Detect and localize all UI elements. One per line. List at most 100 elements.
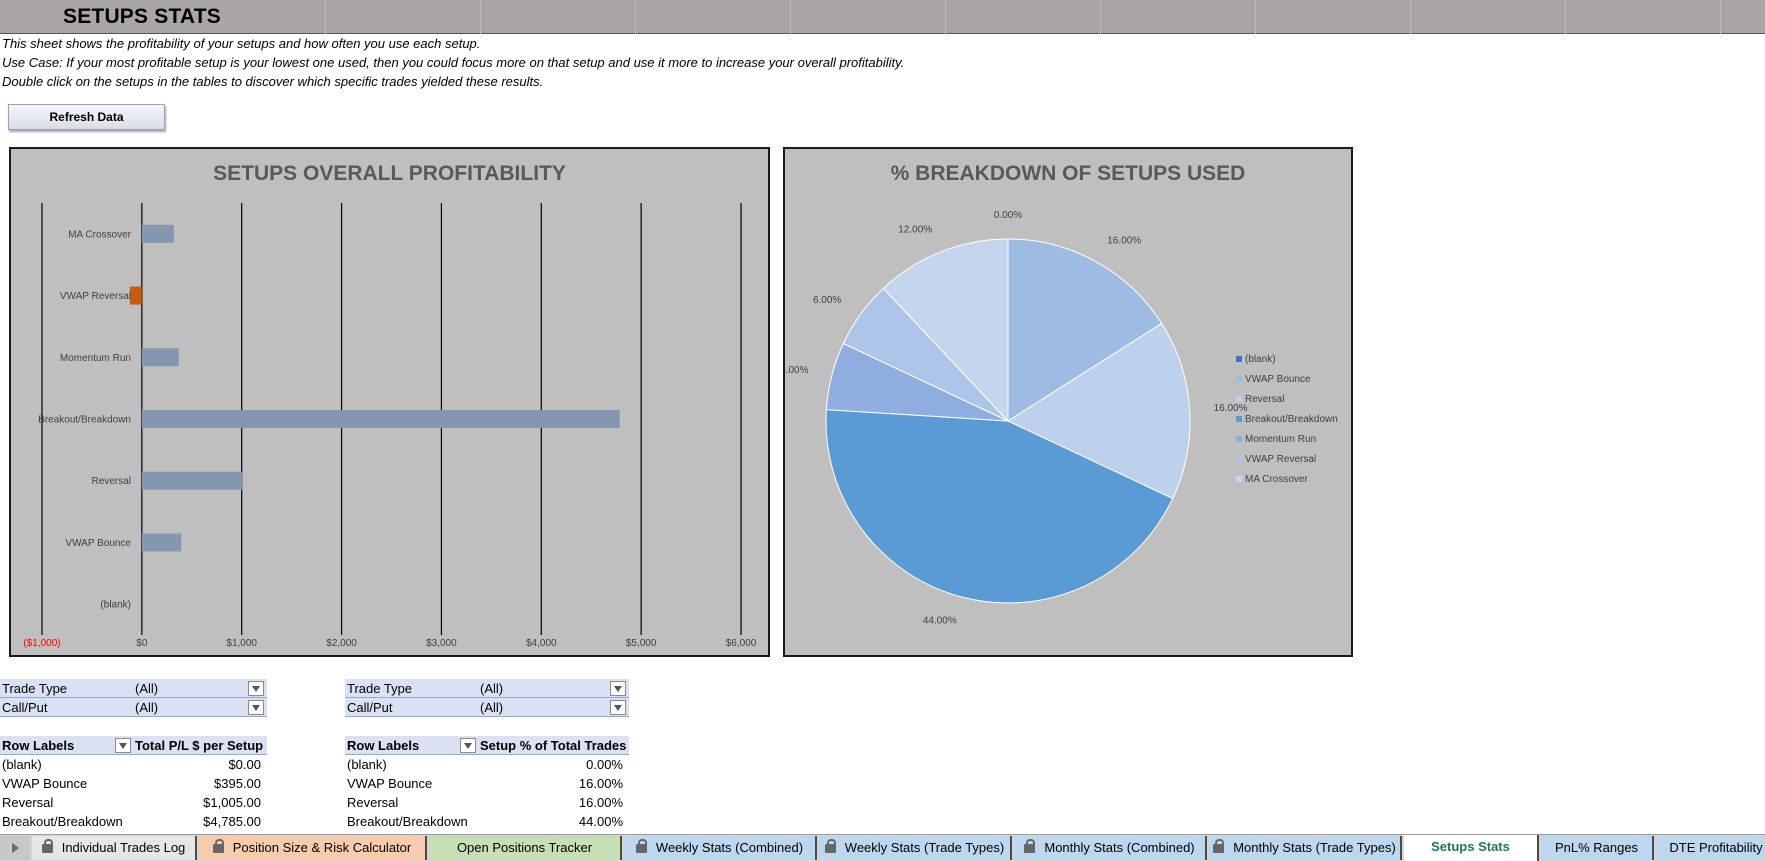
row-value: 16.00%: [578, 776, 623, 791]
pivot-right-header: Row Labels Setup % of Total Trades: [345, 736, 629, 755]
row-label[interactable]: (blank): [2, 757, 42, 772]
legend-label: Reversal: [1245, 394, 1284, 405]
tab-individual-trades-log[interactable]: Individual Trades Log: [32, 836, 197, 860]
title-row-gridline: [325, 0, 326, 34]
filter-label: Trade Type: [347, 681, 413, 696]
pie-data-label: 6.00%: [785, 365, 809, 376]
description-line-3: Double click on the setups in the tables…: [2, 74, 544, 89]
category-label: VWAP Reversal: [60, 291, 131, 302]
category-label: MA Crossover: [68, 229, 131, 240]
row-value: 0.00%: [586, 757, 623, 772]
tab-pnl-ranges[interactable]: PnL% Ranges: [1541, 836, 1654, 860]
legend-swatch: [1236, 396, 1242, 402]
tab-position-size-risk-calculator[interactable]: Position Size & Risk Calculator: [199, 836, 427, 860]
tab-label: Setups Stats: [1431, 839, 1510, 854]
tab-open-positions-tracker[interactable]: Open Positions Tracker: [429, 836, 622, 860]
row-label[interactable]: Reversal: [347, 795, 398, 810]
x-tick-label: $1,000: [226, 638, 257, 649]
filter-label: Call/Put: [347, 700, 393, 715]
lock-icon: [1213, 839, 1225, 853]
x-tick-label: $6,000: [726, 638, 757, 649]
legend-label: VWAP Bounce: [1245, 374, 1311, 385]
category-label: Breakout/Breakdown: [38, 415, 131, 426]
table-row[interactable]: VWAP Bounce $395.00: [0, 774, 267, 793]
tab-weekly-stats-trade-types[interactable]: Weekly Stats (Trade Types): [819, 836, 1012, 860]
table-row[interactable]: Reversal 16.00%: [345, 793, 629, 812]
bar-ma-crossover[interactable]: [141, 224, 174, 243]
row-label[interactable]: VWAP Bounce: [2, 776, 87, 791]
legend-swatch: [1236, 356, 1242, 362]
lock-icon: [824, 839, 836, 853]
row-label[interactable]: (blank): [347, 757, 387, 772]
tab-label: PnL% Ranges: [1554, 840, 1639, 855]
filter-label: Trade Type: [2, 681, 68, 696]
row-label[interactable]: VWAP Bounce: [347, 776, 432, 791]
legend-swatch: [1236, 476, 1242, 482]
bar-vwap-reversal[interactable]: [129, 286, 142, 305]
pie-data-label: 12.00%: [898, 224, 932, 235]
refresh-data-button[interactable]: Refresh Data: [8, 104, 165, 130]
tab-label: Monthly Stats (Combined): [1044, 840, 1195, 855]
table-row[interactable]: Reversal $1,005.00: [0, 793, 267, 812]
title-row-gridline: [1720, 0, 1721, 34]
tab-monthly-stats-combined[interactable]: Monthly Stats (Combined): [1014, 836, 1207, 860]
row-labels-dropdown-icon[interactable]: [460, 738, 476, 753]
table-row[interactable]: (blank) 0.00%: [345, 755, 629, 774]
legend-label: Breakout/Breakdown: [1245, 414, 1338, 425]
pie-data-label: 44.00%: [923, 616, 957, 627]
bar-vwap-bounce[interactable]: [141, 533, 182, 552]
tab-weekly-stats-combined[interactable]: Weekly Stats (Combined): [624, 836, 817, 860]
pie-data-label: 0.00%: [994, 210, 1022, 221]
legend-label: (blank): [1245, 354, 1276, 365]
value-column-header: Setup % of Total Trades: [480, 738, 627, 753]
lock-icon: [212, 839, 224, 853]
filter-dropdown-icon[interactable]: [248, 681, 264, 696]
filter-dropdown-icon[interactable]: [248, 700, 264, 715]
x-tick-label: $4,000: [526, 638, 557, 649]
lock-icon: [635, 839, 647, 853]
filter-dropdown-icon[interactable]: [610, 681, 626, 696]
bar-breakout-breakdown[interactable]: [141, 410, 620, 428]
category-label: VWAP Bounce: [65, 538, 131, 549]
table-row[interactable]: Breakout/Breakdown $4,785.00: [0, 812, 267, 831]
row-label[interactable]: Reversal: [2, 795, 53, 810]
lock-icon: [41, 839, 53, 853]
x-tick-label: ($1,000): [23, 638, 60, 649]
tab-dte-profitability[interactable]: DTE Profitability: [1656, 836, 1765, 860]
filter-dropdown-icon[interactable]: [610, 700, 626, 715]
tab-label: Open Positions Tracker: [456, 840, 593, 855]
setups-pie-chart[interactable]: % BREAKDOWN OF SETUPS USED 0.00% 16.00% 16…: [783, 147, 1353, 657]
row-labels-dropdown-icon[interactable]: [115, 738, 131, 753]
tab-label: Position Size & Risk Calculator: [232, 840, 412, 855]
legend-label: Momentum Run: [1245, 434, 1316, 445]
title-row-gridline: [790, 0, 791, 34]
row-label[interactable]: Breakout/Breakdown: [2, 814, 123, 829]
tab-monthly-stats-trade-types[interactable]: Monthly Stats (Trade Types): [1209, 836, 1402, 860]
spreadsheet-window: SETUPS STATS This sheet shows the profit…: [0, 0, 1765, 861]
bar-momentum-run[interactable]: [141, 348, 179, 367]
table-row[interactable]: Breakout/Breakdown 44.00%: [345, 812, 629, 831]
legend-label: VWAP Reversal: [1245, 454, 1316, 465]
pivot-right-filter-trade-type: Trade Type (All): [345, 679, 629, 698]
legend-swatch: [1236, 416, 1242, 422]
tab-label: DTE Profitability: [1669, 840, 1763, 855]
tab-label: Weekly Stats (Combined): [655, 840, 804, 855]
pivot-left-header: Row Labels Total P/L $ per Setup: [0, 736, 267, 755]
title-row-gridline: [1410, 0, 1411, 34]
bar-reversal[interactable]: [141, 471, 243, 490]
row-value: $0.00: [228, 757, 261, 772]
title-row-gridline: [1565, 0, 1566, 34]
pie-data-label: 16.00%: [1107, 235, 1141, 246]
tab-label: Monthly Stats (Trade Types): [1233, 840, 1396, 855]
row-label[interactable]: Breakout/Breakdown: [347, 814, 468, 829]
tab-scroll-arrow-icon[interactable]: [0, 836, 30, 860]
tab-setups-stats[interactable]: Setups Stats: [1404, 835, 1539, 861]
table-row[interactable]: (blank) $0.00: [0, 755, 267, 774]
row-labels-header: Row Labels: [2, 738, 75, 753]
sheet-tab-bar: Individual Trades Log Position Size & Ris…: [0, 834, 1765, 861]
x-tick-label: $0: [136, 638, 148, 649]
profitability-bar-chart[interactable]: SETUPS OVERALL PROFITABILITY ($1,000) $0 $…: [9, 147, 770, 657]
table-row[interactable]: VWAP Bounce 16.00%: [345, 774, 629, 793]
x-tick-label: $5,000: [626, 638, 657, 649]
filter-value: (All): [480, 681, 504, 696]
